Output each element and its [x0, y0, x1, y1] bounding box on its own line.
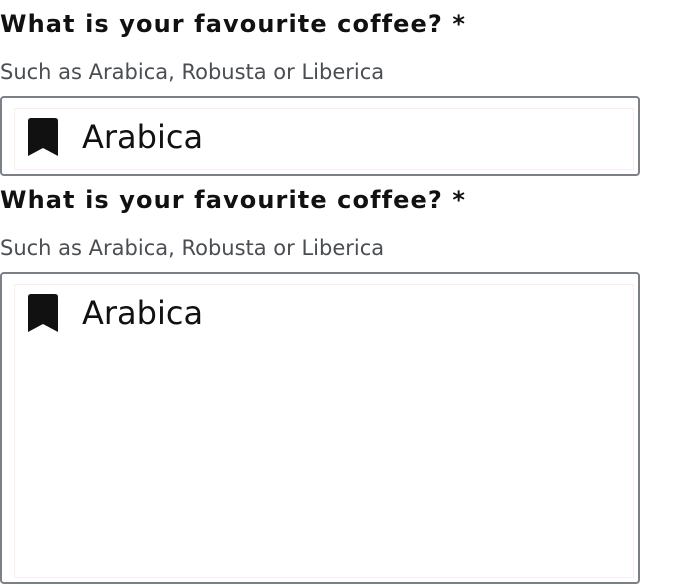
- coffee-textarea[interactable]: Arabica: [0, 272, 640, 584]
- field-hint: Such as Arabica, Robusta or Liberica: [0, 236, 385, 260]
- coffee-input[interactable]: Arabica: [0, 96, 640, 176]
- bookmark-icon: [28, 118, 58, 156]
- input-value[interactable]: Arabica: [82, 118, 203, 156]
- coffee-field-single-line: What is your favourite coffee? * Such as…: [0, 0, 640, 176]
- field-label: What is your favourite coffee? *: [0, 186, 467, 214]
- field-label: What is your favourite coffee? *: [0, 10, 467, 38]
- coffee-field-multi-line: What is your favourite coffee? * Such as…: [0, 176, 640, 584]
- field-hint: Such as Arabica, Robusta or Liberica: [0, 60, 385, 84]
- textarea-value[interactable]: Arabica: [82, 294, 203, 332]
- bookmark-icon: [28, 294, 58, 332]
